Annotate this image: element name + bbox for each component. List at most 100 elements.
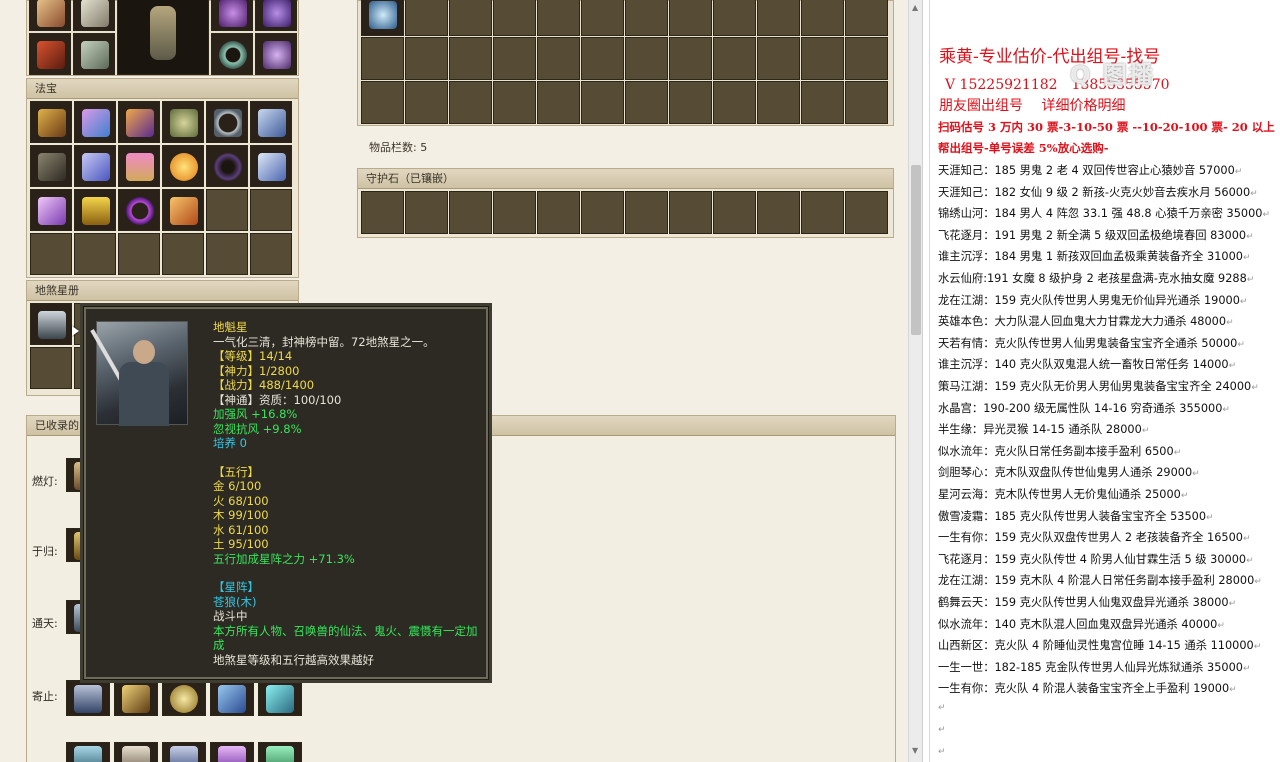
- document-pane: 乘黄-专业估价-代出组号-找号 V 15225921182 1385535557…: [922, 0, 1280, 762]
- collected-item[interactable]: [66, 742, 110, 762]
- fabao-slot-empty[interactable]: [206, 233, 248, 275]
- fabao-slot[interactable]: [206, 101, 248, 143]
- collected-item[interactable]: [258, 680, 302, 716]
- inventory-slot-empty[interactable]: [757, 81, 800, 124]
- collected-item[interactable]: [210, 742, 254, 762]
- collected-item[interactable]: [66, 680, 110, 716]
- fabao-slot[interactable]: [162, 189, 204, 231]
- fabao-slot-empty[interactable]: [30, 233, 72, 275]
- fabao-slot[interactable]: [118, 101, 160, 143]
- inventory-slot-empty[interactable]: [537, 0, 580, 36]
- equip-slot[interactable]: [211, 33, 253, 75]
- fabao-slot[interactable]: [162, 101, 204, 143]
- inventory-slot-empty[interactable]: [581, 37, 624, 80]
- inventory-slot-empty[interactable]: [405, 0, 448, 36]
- fabao-slot[interactable]: [118, 145, 160, 187]
- fabao-slot[interactable]: [30, 101, 72, 143]
- inventory-slot-empty[interactable]: [493, 37, 536, 80]
- inventory-slot-empty[interactable]: [669, 81, 712, 124]
- doc-listing-text: 半生缘：异光灵猴 14-15 通杀队 28000: [938, 423, 1142, 437]
- guard-stone-slot[interactable]: [493, 191, 536, 234]
- inventory-slot-empty[interactable]: [493, 81, 536, 124]
- fabao-slot[interactable]: [74, 101, 116, 143]
- disha-slot-empty[interactable]: [30, 347, 72, 389]
- inventory-slot-empty[interactable]: [801, 37, 844, 80]
- inventory-slot-empty[interactable]: [757, 37, 800, 80]
- fabao-slot-empty[interactable]: [250, 189, 292, 231]
- inventory-slot-empty[interactable]: [625, 37, 668, 80]
- guard-stone-slot[interactable]: [625, 191, 668, 234]
- guard-stone-slot[interactable]: [669, 191, 712, 234]
- inventory-slot-empty[interactable]: [625, 81, 668, 124]
- fabao-slot-empty[interactable]: [118, 233, 160, 275]
- inventory-slot-empty[interactable]: [449, 0, 492, 36]
- collected-item[interactable]: [162, 742, 206, 762]
- guard-stone-slot[interactable]: [581, 191, 624, 234]
- guard-stone-slot[interactable]: [405, 191, 448, 234]
- inventory-slot-empty[interactable]: [581, 0, 624, 36]
- character-avatar[interactable]: [117, 0, 209, 75]
- disha-slot[interactable]: [30, 303, 72, 345]
- collected-item[interactable]: [162, 680, 206, 716]
- fabao-slot[interactable]: [30, 145, 72, 187]
- equip-slot[interactable]: [255, 33, 297, 75]
- collected-item[interactable]: [210, 680, 254, 716]
- guard-stone-slot[interactable]: [537, 191, 580, 234]
- inventory-slot-empty[interactable]: [845, 81, 888, 124]
- paragraph-mark-icon: ↵: [1242, 663, 1251, 674]
- collected-item[interactable]: [114, 742, 158, 762]
- fabao-slot-empty[interactable]: [250, 233, 292, 275]
- guard-stone-slot[interactable]: [757, 191, 800, 234]
- equip-slot[interactable]: [255, 0, 297, 31]
- fabao-slot[interactable]: [118, 189, 160, 231]
- inventory-slot-empty[interactable]: [537, 37, 580, 80]
- inventory-slot-empty[interactable]: [757, 0, 800, 36]
- inventory-slot-empty[interactable]: [405, 37, 448, 80]
- inventory-slot-empty[interactable]: [801, 81, 844, 124]
- inventory-slot-empty[interactable]: [493, 0, 536, 36]
- fabao-slot-empty[interactable]: [206, 189, 248, 231]
- scroll-down-icon[interactable]: ▼: [912, 746, 918, 755]
- fabao-slot-empty[interactable]: [74, 233, 116, 275]
- equip-slot[interactable]: [29, 0, 71, 31]
- equip-slot[interactable]: [211, 0, 253, 31]
- inventory-slot-empty[interactable]: [537, 81, 580, 124]
- inventory-slot-empty[interactable]: [361, 81, 404, 124]
- fabao-slot[interactable]: [250, 145, 292, 187]
- fabao-slot[interactable]: [74, 189, 116, 231]
- fabao-slot[interactable]: [30, 189, 72, 231]
- fabao-slot[interactable]: [206, 145, 248, 187]
- guard-stone-slot[interactable]: [361, 191, 404, 234]
- inventory-slot-empty[interactable]: [361, 37, 404, 80]
- inventory-slot-empty[interactable]: [713, 0, 756, 36]
- inventory-slot-empty[interactable]: [845, 0, 888, 36]
- guard-stone-slot[interactable]: [449, 191, 492, 234]
- collected-item[interactable]: [258, 742, 302, 762]
- scroll-thumb[interactable]: [911, 165, 921, 335]
- inventory-slot-empty[interactable]: [669, 0, 712, 36]
- fabao-slot[interactable]: [162, 145, 204, 187]
- inventory-slot-empty[interactable]: [625, 0, 668, 36]
- inventory-slot-empty[interactable]: [845, 37, 888, 80]
- vertical-scrollbar[interactable]: ▲ ▼: [908, 0, 922, 762]
- inventory-slot-empty[interactable]: [449, 37, 492, 80]
- guard-stone-slot[interactable]: [845, 191, 888, 234]
- scroll-up-icon[interactable]: ▲: [912, 3, 918, 12]
- inventory-slot-empty[interactable]: [449, 81, 492, 124]
- fabao-slot[interactable]: [74, 145, 116, 187]
- inventory-slot[interactable]: [361, 0, 404, 36]
- inventory-slot-empty[interactable]: [405, 81, 448, 124]
- fabao-slot-empty[interactable]: [162, 233, 204, 275]
- guard-stone-slot[interactable]: [801, 191, 844, 234]
- equip-slot[interactable]: [73, 0, 115, 31]
- inventory-slot-empty[interactable]: [581, 81, 624, 124]
- fabao-slot[interactable]: [250, 101, 292, 143]
- equip-slot[interactable]: [73, 33, 115, 75]
- inventory-slot-empty[interactable]: [713, 37, 756, 80]
- equip-slot[interactable]: [29, 33, 71, 75]
- inventory-slot-empty[interactable]: [713, 81, 756, 124]
- guard-stone-slot[interactable]: [713, 191, 756, 234]
- inventory-slot-empty[interactable]: [669, 37, 712, 80]
- collected-item[interactable]: [114, 680, 158, 716]
- inventory-slot-empty[interactable]: [801, 0, 844, 36]
